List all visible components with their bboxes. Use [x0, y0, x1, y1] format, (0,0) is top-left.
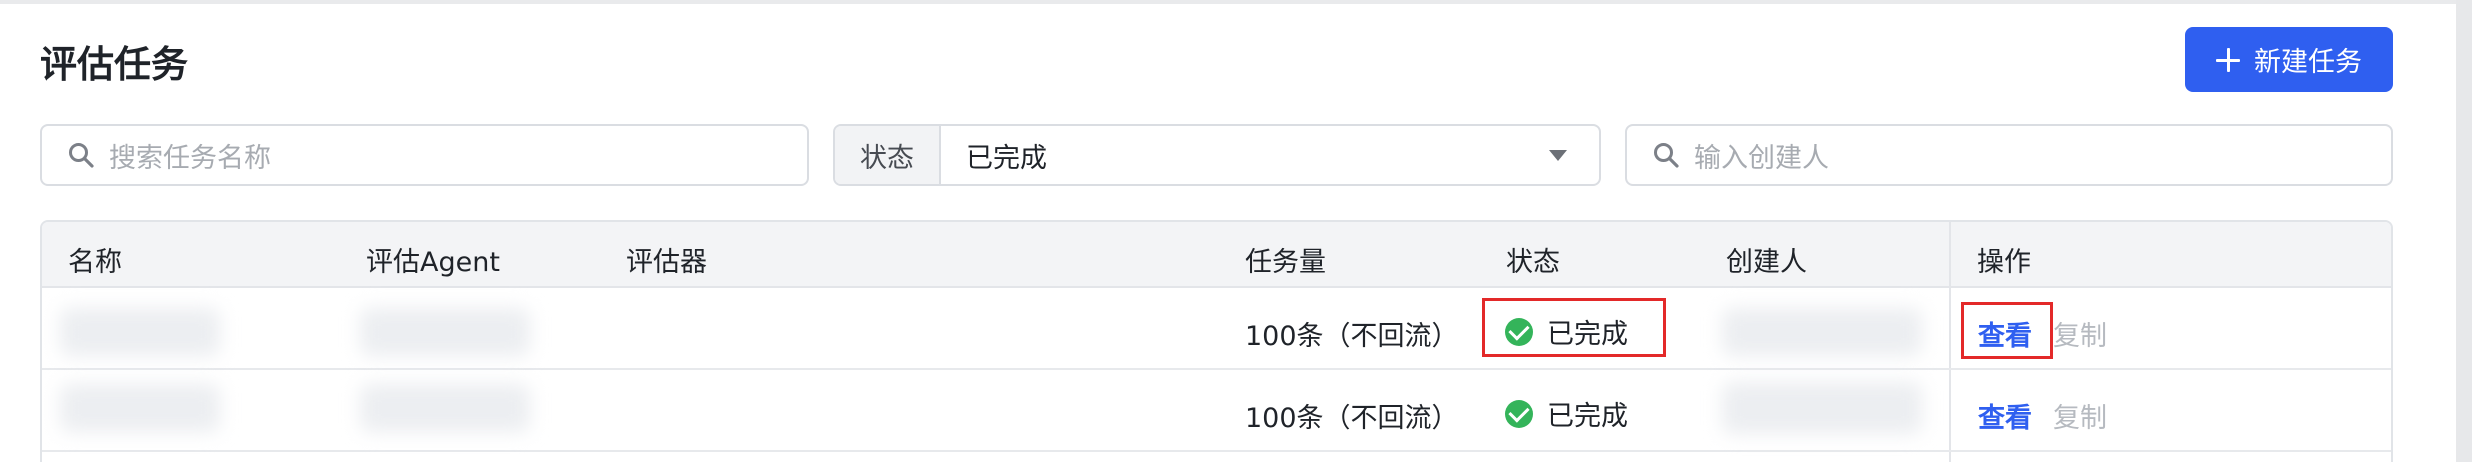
status-select-value: 已完成 — [966, 142, 1047, 174]
creator-blurred — [1722, 382, 1922, 434]
search-icon — [69, 143, 94, 168]
check-circle-icon — [1505, 399, 1533, 428]
view-link[interactable]: 查看 — [1978, 396, 2032, 435]
column-agent: 评估Agent — [366, 247, 500, 278]
column-creator: 创建人 — [1726, 247, 1807, 278]
creator-search-placeholder: 输入创建人 — [1694, 142, 1829, 174]
status-text: 已完成 — [1547, 401, 1628, 432]
amount-cell: 100条（不回流） — [1245, 403, 1459, 434]
plus-icon — [2216, 47, 2240, 72]
status-highlight-box — [1482, 298, 1666, 357]
page-title: 评估任务 — [40, 43, 188, 86]
top-divider — [0, 0, 2456, 4]
page: 评估任务 新建任务 搜索任务名称 状态 已完成 输入创建人 名称 评估Agent… — [0, 0, 2456, 462]
status-select-label: 状态 — [835, 126, 941, 184]
table-row: 100条（不回流） 已完成 查看 复制 — [42, 370, 2391, 452]
column-actions: 操作 — [1977, 247, 2031, 278]
task-search-placeholder: 搜索任务名称 — [109, 142, 271, 174]
status-cell: 已完成 — [1505, 394, 1628, 433]
new-task-button[interactable]: 新建任务 — [2185, 27, 2393, 92]
amount-cell: 100条（不回流） — [1245, 321, 1459, 352]
agent-blurred — [360, 384, 530, 432]
view-highlight-box — [1961, 302, 2053, 359]
copy-link[interactable]: 复制 — [2053, 396, 2107, 435]
scrollbar-track[interactable] — [2456, 0, 2472, 462]
column-status: 状态 — [1506, 247, 1560, 278]
creator-blurred — [1722, 308, 1922, 356]
column-name: 名称 — [68, 247, 122, 278]
new-task-label: 新建任务 — [2254, 47, 2362, 78]
creator-search-input[interactable]: 输入创建人 — [1625, 124, 2393, 186]
agent-blurred — [360, 308, 530, 356]
copy-link[interactable]: 复制 — [2053, 314, 2107, 353]
caret-down-icon — [1549, 149, 1567, 161]
name-blurred — [60, 384, 220, 432]
task-search-input[interactable]: 搜索任务名称 — [40, 124, 809, 186]
name-blurred — [60, 308, 220, 356]
column-amount: 任务量 — [1245, 247, 1326, 278]
table-header: 名称 评估Agent 评估器 任务量 状态 创建人 操作 — [42, 222, 2391, 288]
status-select[interactable]: 状态 已完成 — [833, 124, 1601, 186]
search-icon — [1654, 143, 1679, 168]
column-evaluator: 评估器 — [626, 247, 707, 278]
